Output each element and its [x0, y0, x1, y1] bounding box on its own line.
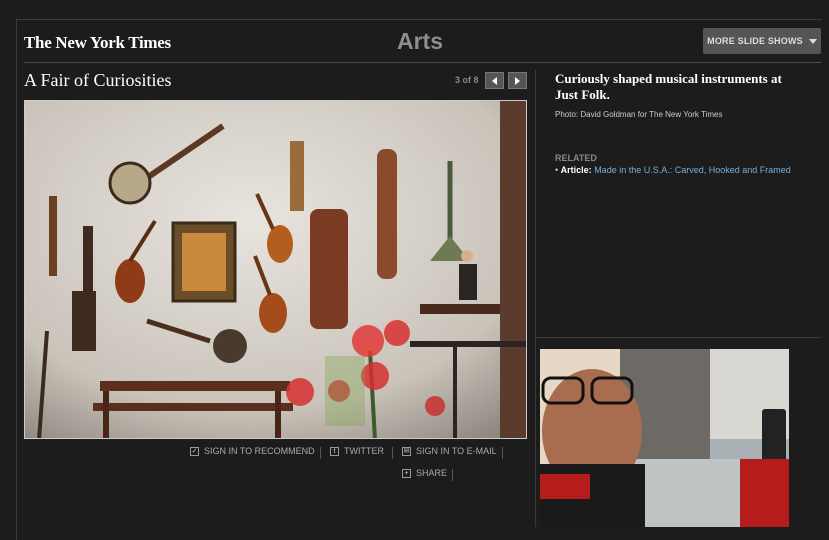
recommend-link[interactable]: ✓ SIGN IN TO RECOMMEND: [190, 446, 315, 456]
slideshow-title: A Fair of Curiosities: [24, 70, 172, 90]
related-article-link[interactable]: Made in the U.S.A.: Carved, Hooked and F…: [594, 165, 791, 175]
more-slide-shows-label: MORE SLIDE SHOWS: [707, 36, 803, 46]
nyt-logo[interactable]: The New York Times: [24, 33, 171, 53]
twitter-label: TWITTER: [344, 446, 384, 456]
twitter-link[interactable]: t TWITTER: [330, 446, 384, 456]
arrow-right-icon: [515, 76, 520, 85]
related-heading: RELATED: [555, 153, 597, 163]
next-slide-button[interactable]: [508, 72, 527, 89]
share-label: SHARE: [416, 468, 448, 478]
advertisement-photo: [540, 349, 789, 527]
previous-slide-button[interactable]: [485, 72, 504, 89]
tool-separator: [320, 447, 321, 459]
checkbox-icon: ✓: [190, 446, 199, 456]
tool-separator: [502, 447, 503, 459]
slide-photo[interactable]: [24, 100, 527, 439]
slide-counter: 3 of 8: [455, 75, 479, 85]
photo-credit: Photo: David Goldman for The New York Ti…: [555, 110, 723, 119]
twitter-icon: t: [330, 446, 339, 456]
related-article: • Article: Made in the U.S.A.: Carved, H…: [555, 165, 791, 175]
advertisement-image[interactable]: [540, 349, 789, 527]
email-label: SIGN IN TO E-MAIL: [416, 446, 497, 456]
more-slide-shows-button[interactable]: MORE SLIDE SHOWS: [703, 28, 821, 54]
share-link[interactable]: + SHARE: [402, 468, 447, 478]
tool-separator: [392, 447, 393, 459]
header-divider: [24, 62, 821, 63]
chevron-down-icon: [808, 38, 817, 44]
related-article-label: Article:: [560, 165, 592, 175]
email-icon: ✉: [402, 446, 411, 456]
slide-photo-image: [25, 101, 526, 438]
tool-separator: [452, 469, 453, 481]
plus-icon: +: [402, 468, 411, 478]
email-link[interactable]: ✉ SIGN IN TO E-MAIL: [402, 446, 497, 456]
recommend-label: SIGN IN TO RECOMMEND: [204, 446, 315, 456]
section-title: Arts: [397, 28, 444, 54]
arrow-left-icon: [492, 76, 497, 85]
sidebar-divider: [536, 337, 821, 338]
column-divider: [535, 70, 536, 527]
slide-caption: Curiously shaped musical instruments at …: [555, 71, 782, 102]
